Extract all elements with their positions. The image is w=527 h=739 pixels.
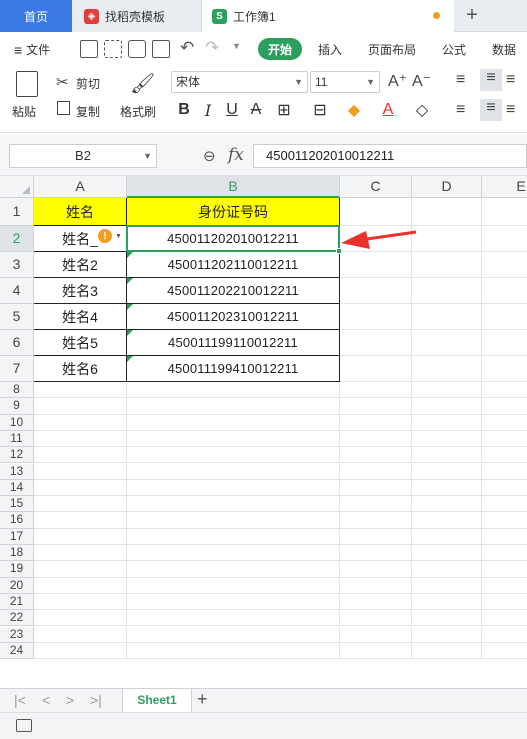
copy-button[interactable]: 复制 [76,103,100,120]
formula-bar: B2 ▼ ⊖ fx 450011202010012211 [0,134,527,176]
last-sheet-icon[interactable]: >| [90,692,102,708]
tab-workbook-label: 工作簿1 [233,10,276,24]
bold-button[interactable]: B [174,99,194,121]
first-sheet-icon[interactable]: |< [14,692,26,708]
paste-button[interactable]: 粘贴 [12,103,36,120]
strikethrough-button[interactable]: A [246,99,266,121]
scissors-icon[interactable]: ✂ [56,73,69,91]
copy-icon[interactable] [57,101,70,115]
formula-input[interactable]: 450011202010012211 [253,144,527,168]
sheet-tab-bar: |< < > >| Sheet1 + [0,688,527,712]
menu-data[interactable]: 数据 [492,41,516,58]
merge-cells-icon[interactable]: ⊟ [310,99,330,121]
print-preview-icon[interactable] [152,40,170,58]
name-box-value: B2 [75,148,91,163]
menu-insert[interactable]: 插入 [318,41,342,58]
name-box[interactable]: B2 ▼ [9,144,157,168]
hamburger-icon: ≡ [14,41,23,58]
unsaved-dot-icon [433,12,440,19]
clear-format-icon[interactable]: ◇ [412,99,432,121]
paste-icon[interactable] [16,71,38,97]
align-right-icon[interactable]: ≡ [506,101,515,119]
prev-sheet-icon[interactable]: < [42,692,50,708]
macro-record-icon[interactable] [16,719,32,732]
title-tab-bar: 首页 ◈ 找稻壳模板 S 工作簿1 + [0,0,527,33]
cut-button[interactable]: 剪切 [76,75,100,92]
font-name-value: 宋体 [176,75,201,89]
next-sheet-icon[interactable]: > [66,692,74,708]
menu-file-label: 文件 [26,43,51,57]
status-bar [0,712,527,739]
docer-logo-icon: ◈ [84,8,99,24]
brush-icon[interactable]: 🖌 [130,71,155,96]
fill-color-icon[interactable]: ◆ [344,99,364,121]
print-icon[interactable] [128,40,146,58]
chevron-down-icon: ▼ [294,77,303,87]
menu-start[interactable]: 开始 [258,38,302,60]
add-sheet-button[interactable]: + [197,689,208,710]
align-left-icon[interactable]: ≡ [456,101,465,119]
sheet-tab-sheet1[interactable]: Sheet1 [122,689,192,712]
font-color-icon[interactable]: A [378,99,398,121]
chevron-down-icon: ▼ [143,151,152,161]
menu-file[interactable]: ≡ 文件 [14,41,50,58]
tab-home[interactable]: 首页 [0,0,72,32]
underline-button[interactable]: U [222,99,242,121]
align-center-icon[interactable]: ≡ [480,99,502,121]
red-arrow-annotation [341,230,417,249]
new-tab-button[interactable]: + [460,3,484,27]
more-chevron-icon[interactable]: ▼ [232,41,241,51]
align-middle-icon[interactable]: ≡ [480,69,502,91]
font-size-value: 11 [315,75,328,89]
redo-icon[interactable]: ↷ [205,38,219,58]
format-painter-button[interactable]: 格式刷 [120,103,156,120]
export-pdf-icon[interactable] [104,40,122,58]
font-size-select[interactable]: 11 ▼ [310,71,380,93]
menu-bar: ≡ 文件 ↶ ↷ ▼ 开始 插入 页面布局 公式 数据 [0,33,527,65]
arrow-head [341,231,370,249]
align-bottom-icon[interactable]: ≡ [506,71,515,89]
menu-formula[interactable]: 公式 [442,41,466,58]
spreadsheet-logo-icon: S [212,9,227,24]
decrease-font-icon[interactable]: A⁻ [412,71,431,91]
tab-workbook[interactable]: S 工作簿1 [202,0,454,33]
border-icon[interactable]: ⊞ [274,99,294,121]
insert-function-button[interactable]: fx [228,145,244,165]
align-top-icon[interactable]: ≡ [456,71,465,89]
increase-font-icon[interactable]: A⁺ [388,71,407,91]
font-name-select[interactable]: 宋体 ▼ [171,71,308,93]
tab-template[interactable]: ◈ 找稻壳模板 [72,0,202,32]
italic-button[interactable]: I [198,99,218,121]
undo-icon[interactable]: ↶ [180,38,194,58]
chevron-down-icon: ▼ [366,77,375,87]
tab-template-label: 找稻壳模板 [105,9,166,24]
menu-page-layout[interactable]: 页面布局 [368,41,416,58]
zoom-search-icon[interactable]: ⊖ [203,147,216,165]
ribbon-toolbar: 粘贴 ✂ 剪切 复制 🖌 格式刷 宋体 ▼ 11 ▼ A⁺ A⁻ B I U A… [0,65,527,133]
save-icon[interactable] [80,40,98,58]
spreadsheet-grid: ABCDE 1 2 3 4 5 6 7 8 9 10 11 12 13 14 15 16 17 18 19 20 21 2… [0,176,527,688]
arrow-shaft [359,230,417,242]
